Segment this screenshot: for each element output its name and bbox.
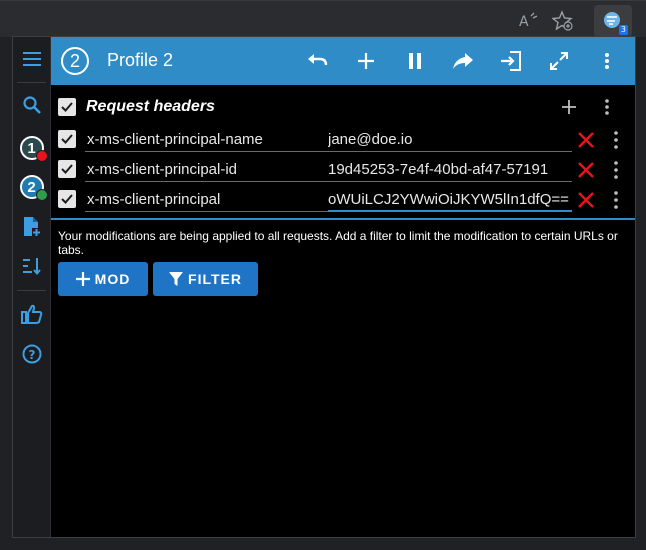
check-icon <box>61 102 73 112</box>
add-icon[interactable] <box>354 49 378 73</box>
fullscreen-icon[interactable] <box>547 49 571 73</box>
header-row: x-ms-client-principal-id 19d45253-7e4f-4… <box>58 156 628 186</box>
add-mod-button[interactable]: MOD <box>58 262 148 296</box>
profile-2-number: 2 <box>27 178 36 196</box>
header-row: x-ms-client-principal oWUiLCJ2YWwiOiJKYW… <box>58 186 628 216</box>
request-headers-title: Request headers <box>86 98 215 115</box>
sort-icon[interactable] <box>13 254 50 278</box>
header-row: x-ms-client-principal-name jane@doe.io <box>58 126 628 156</box>
profile-2-button[interactable]: 2 <box>13 173 50 201</box>
favorites-star-icon[interactable] <box>551 10 574 32</box>
row-more-icon[interactable] <box>610 129 622 151</box>
row-more-icon[interactable] <box>610 189 622 211</box>
thumbs-up-icon[interactable] <box>13 302 50 326</box>
profile-number-badge[interactable]: 2 <box>61 47 89 75</box>
modheader-popup: 1 2 ? 2 Profile 2 Request headers x-ms-c… <box>12 36 636 538</box>
section-divider <box>51 218 635 220</box>
profile-header: 2 Profile 2 <box>51 37 635 85</box>
request-headers-checkbox[interactable] <box>58 98 76 116</box>
add-filter-button[interactable]: FILTER <box>153 262 258 296</box>
plus-icon <box>75 272 90 286</box>
delete-icon[interactable] <box>577 161 595 179</box>
import-icon[interactable] <box>499 49 523 73</box>
add-profile-icon[interactable] <box>13 215 50 239</box>
add-mod-label: MOD <box>94 271 131 287</box>
delete-icon[interactable] <box>577 191 595 209</box>
svg-text:?: ? <box>28 348 35 362</box>
profile-1-number: 1 <box>27 139 36 157</box>
modification-info-text: Your modifications are being applied to … <box>58 229 618 257</box>
request-headers-section-header: Request headers <box>58 97 628 121</box>
header-name-field[interactable]: x-ms-client-principal-name <box>85 128 331 152</box>
read-aloud-icon[interactable]: A <box>518 10 540 32</box>
section-more-icon[interactable] <box>604 98 610 121</box>
extension-badge: 3 <box>618 25 628 35</box>
header-row-checkbox[interactable] <box>58 160 76 178</box>
check-icon <box>61 164 73 174</box>
help-icon[interactable]: ? <box>13 342 50 366</box>
header-row-checkbox[interactable] <box>58 130 76 148</box>
menu-icon[interactable] <box>13 47 50 71</box>
search-icon[interactable] <box>13 93 50 117</box>
check-icon <box>61 194 73 204</box>
check-icon <box>61 134 73 144</box>
more-options-icon[interactable] <box>595 49 619 73</box>
row-more-icon[interactable] <box>610 159 622 181</box>
profile-1-status-dot <box>35 150 48 162</box>
header-row-checkbox[interactable] <box>58 190 76 208</box>
header-value-field[interactable]: jane@doe.io <box>328 128 572 152</box>
header-value-text: oWUiLCJ2YWwiOiJKYW5lIn1dfQ== <box>328 191 569 208</box>
add-header-icon[interactable] <box>561 99 577 120</box>
header-value-field[interactable]: oWUiLCJ2YWwiOiJKYW5lIn1dfQ== <box>328 188 572 212</box>
svg-text:A: A <box>519 14 529 30</box>
sidebar: 1 2 ? <box>13 37 51 537</box>
profile-title[interactable]: Profile 2 <box>107 50 173 71</box>
sidebar-divider <box>17 82 46 83</box>
pause-icon[interactable] <box>403 49 427 73</box>
header-value-field[interactable]: 19d45253-7e4f-40bd-af47-57191 <box>328 158 572 182</box>
share-icon[interactable] <box>451 49 475 73</box>
sidebar-divider <box>17 290 46 291</box>
profile-1-button[interactable]: 1 <box>13 134 50 162</box>
header-name-field[interactable]: x-ms-client-principal <box>85 188 331 212</box>
filter-icon <box>169 272 184 286</box>
header-name-field[interactable]: x-ms-client-principal-id <box>85 158 331 182</box>
profile-2-status-dot <box>35 189 48 201</box>
modheader-extension-button[interactable]: 3 <box>594 5 632 37</box>
browser-toolbar: A 3 <box>0 0 646 37</box>
undo-icon[interactable] <box>306 49 330 73</box>
delete-icon[interactable] <box>577 131 595 149</box>
add-filter-label: FILTER <box>188 271 242 287</box>
